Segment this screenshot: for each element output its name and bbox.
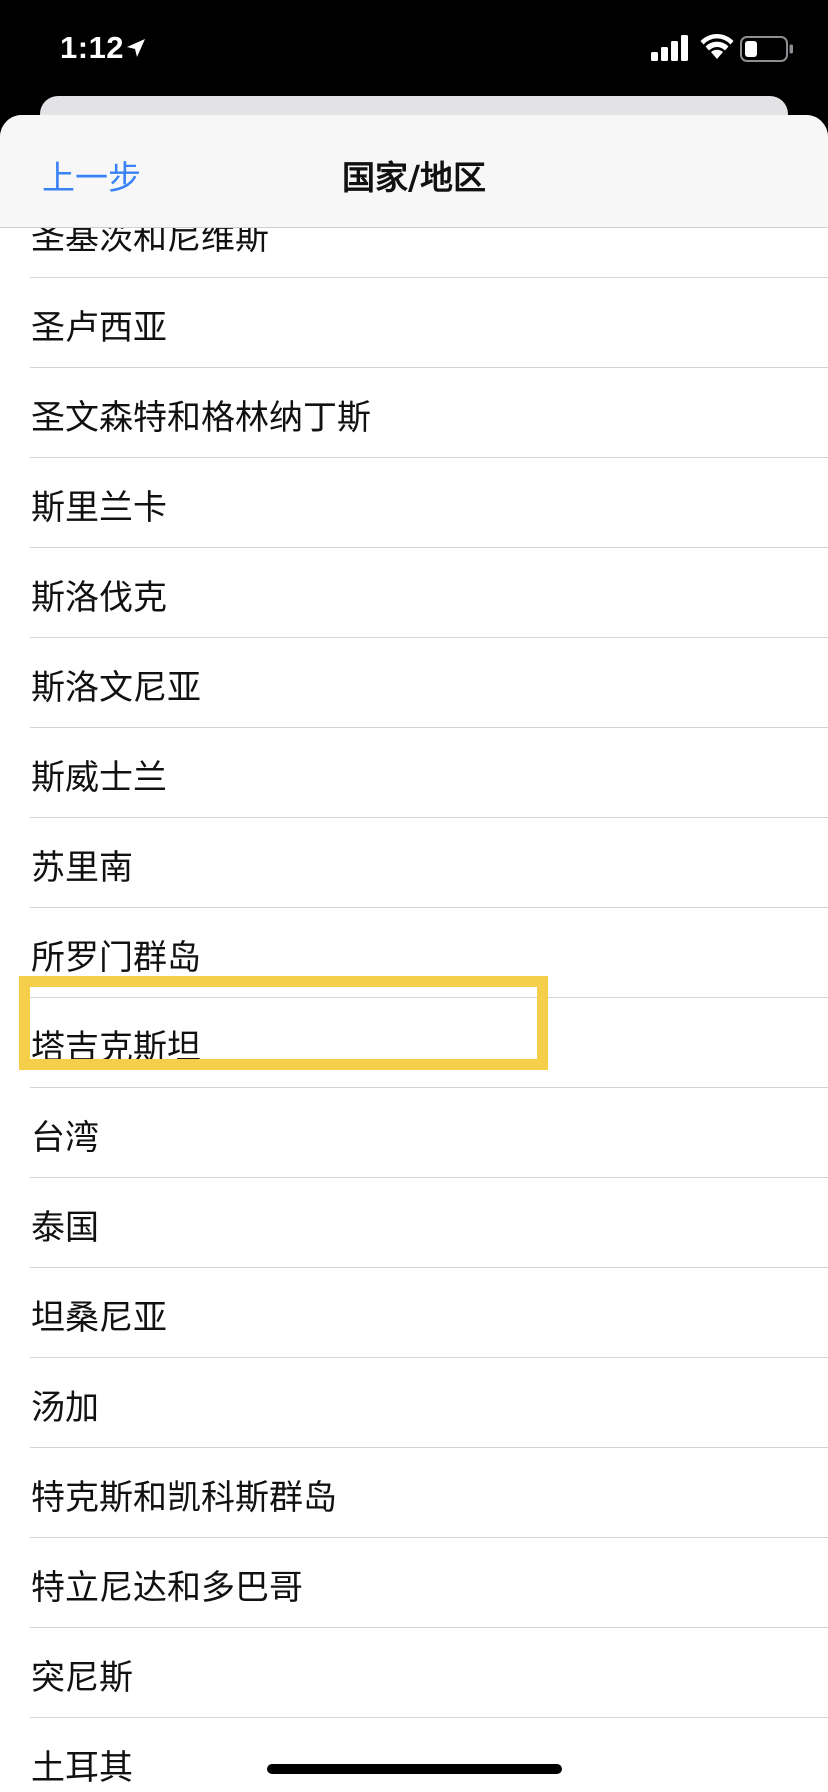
screen: 1:12 上一步 国家/地区 圣基茨和尼维斯 圣卢西亚 圣文森特和格林纳丁斯 斯里兰卡… [0,0,828,1792]
page-title: 国家/地区 [341,158,487,197]
country-region-sheet: 上一步 国家/地区 圣基茨和尼维斯 圣卢西亚 圣文森特和格林纳丁斯 斯里兰卡 斯洛伐克斯… [0,115,828,1792]
country-name: 突尼斯 [31,1658,133,1698]
country-row[interactable]: 突尼斯 [0,1628,828,1718]
country-name: 斯威士兰 [31,758,167,798]
country-name: 坦桑尼亚 [31,1298,167,1338]
country-row[interactable]: 圣卢西亚 [0,278,828,368]
battery-icon [740,36,793,62]
country-name: 圣文森特和格林纳丁斯 [31,398,371,438]
country-row[interactable]: 塔吉克斯坦 [0,998,828,1088]
country-name: 汤加 [31,1388,99,1428]
cellular-signal-icon [651,35,688,61]
wifi-icon [700,34,734,59]
country-row[interactable]: 苏里南 [0,818,828,908]
status-bar: 1:12 [0,0,828,100]
country-name: 泰国 [31,1208,99,1248]
country-row[interactable]: 土耳其 [0,1718,828,1792]
country-row[interactable]: 斯洛文尼亚 [0,638,828,728]
country-row[interactable]: 特克斯和凯科斯群岛 [0,1448,828,1538]
home-indicator [267,1764,562,1774]
country-row[interactable]: 所罗门群岛 [0,908,828,998]
country-row[interactable]: 斯洛伐克 [0,548,828,638]
location-arrow-icon [127,39,145,57]
country-name: 特克斯和凯科斯群岛 [31,1478,337,1518]
country-row[interactable]: 圣文森特和格林纳丁斯 [0,368,828,458]
country-name: 苏里南 [31,848,133,888]
country-name: 斯洛伐克 [31,578,167,618]
country-name: 台湾 [31,1118,99,1158]
country-row[interactable]: 斯里兰卡 [0,458,828,548]
country-row[interactable]: 斯威士兰 [0,728,828,818]
country-name: 圣卢西亚 [31,308,167,348]
country-row[interactable]: 泰国 [0,1178,828,1268]
country-name: 斯洛文尼亚 [31,668,201,708]
country-name: 所罗门群岛 [31,938,201,978]
country-row[interactable]: 坦桑尼亚 [0,1268,828,1358]
country-name: 特立尼达和多巴哥 [31,1568,303,1608]
navigation-bar: 上一步 国家/地区 [0,115,828,228]
country-name: 土耳其 [31,1748,133,1788]
country-row[interactable]: 台湾 [0,1088,828,1178]
country-row[interactable]: 汤加 [0,1358,828,1448]
country-row[interactable]: 特立尼达和多巴哥 [0,1538,828,1628]
status-time: 1:12 [60,30,125,65]
country-name: 斯里兰卡 [31,488,167,528]
country-name: 塔吉克斯坦 [31,1028,201,1068]
